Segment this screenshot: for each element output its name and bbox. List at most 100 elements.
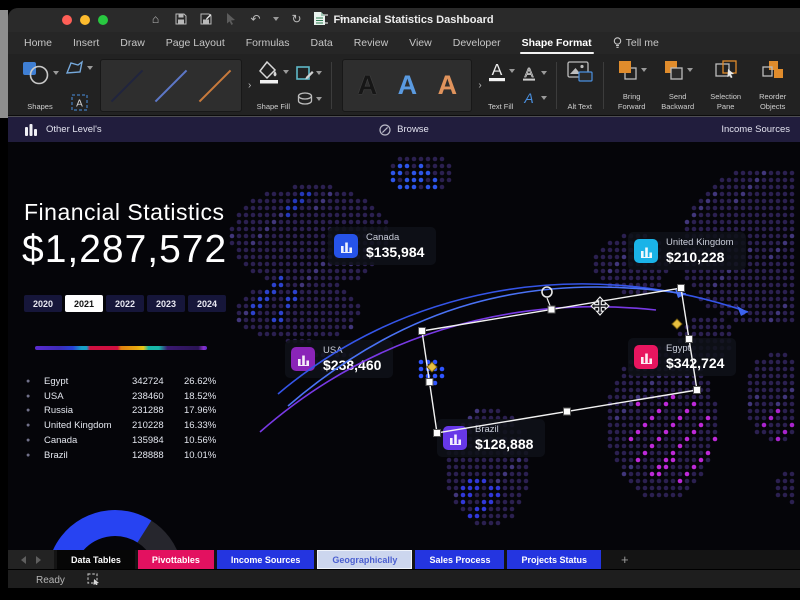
wordart-style-dark[interactable]: A xyxy=(347,70,387,101)
add-sheet-button[interactable]: + xyxy=(611,550,639,569)
shape-outline-icon[interactable] xyxy=(296,65,314,81)
svg-text:A: A xyxy=(523,90,533,106)
tab-draw[interactable]: Draw xyxy=(120,37,145,49)
sheet-tab-geographically[interactable]: Geographically xyxy=(317,550,413,569)
sheet-tab-income-sources[interactable]: Income Sources xyxy=(216,550,315,569)
dashboard-canvas: Financial Statistics $1,287,572 2020 2021… xyxy=(8,142,800,550)
tab-label: Tell me xyxy=(625,37,659,49)
tab-label: Review xyxy=(353,37,389,49)
tab-label: Developer xyxy=(452,37,501,49)
tab-label: View xyxy=(409,37,432,49)
svg-text:A: A xyxy=(491,62,502,79)
window-title: Financial Statistics Dashboard xyxy=(333,14,494,26)
text-fill-label: Text Fill xyxy=(487,101,514,111)
shapes-icon[interactable] xyxy=(21,60,51,86)
svg-text:A: A xyxy=(524,65,533,80)
tab-label: Page Layout xyxy=(165,37,225,49)
shape-effects-caret-icon[interactable] xyxy=(315,96,322,101)
reorder-objects-label: Reorder Objects xyxy=(759,92,787,111)
shape-outline-caret-icon[interactable] xyxy=(316,71,323,76)
shape-style-line-1[interactable] xyxy=(110,66,144,106)
tab-label: Data xyxy=(310,37,333,49)
ribbon-group-insert-shapes: Shapes A xyxy=(18,58,96,113)
tab-tell-me[interactable]: Tell me xyxy=(613,37,659,49)
selection-pane-label: Selection Pane xyxy=(710,92,742,111)
alt-text-button[interactable]: Alt Text xyxy=(563,58,597,113)
text-fill-caret-icon[interactable] xyxy=(508,69,515,73)
text-outline-icon[interactable]: A xyxy=(521,65,539,81)
ribbon-tab-bar: Home Insert Draw Page Layout Formulas Data Rev… xyxy=(8,32,800,54)
text-outline-caret-icon[interactable] xyxy=(540,70,547,75)
rotation-handle-icon[interactable] xyxy=(541,286,553,298)
bring-forward-button[interactable]: Bring Forward xyxy=(610,58,654,113)
shape-fill-icon[interactable] xyxy=(257,60,281,84)
bring-forward-label: Bring Forward xyxy=(617,92,646,111)
bring-forward-icon xyxy=(618,61,637,80)
browse-label[interactable]: Browse xyxy=(397,124,429,135)
reorder-objects-icon xyxy=(762,61,783,78)
shapes-label: Shapes xyxy=(27,101,53,111)
browse-icon[interactable] xyxy=(379,123,391,136)
selection-overlay xyxy=(47,283,749,550)
send-backward-label: Send Backward xyxy=(661,92,695,111)
sheet-tab-pivottables[interactable]: Pivottables xyxy=(137,550,214,569)
tab-developer[interactable]: Developer xyxy=(453,37,501,49)
selection-pane-icon xyxy=(715,60,737,79)
sheet-tab-projects-status[interactable]: Projects Status xyxy=(507,550,602,569)
wordart-style-blue[interactable]: A xyxy=(387,70,427,101)
send-backward-icon xyxy=(664,61,683,80)
wordart-style-orange[interactable]: A xyxy=(427,70,467,101)
wordart-styles-expand-icon[interactable]: › xyxy=(478,80,481,91)
sheet-nav xyxy=(8,550,54,569)
send-backward-button[interactable]: Send Backward xyxy=(654,58,702,113)
edit-shape-icon[interactable] xyxy=(65,60,85,76)
tab-review[interactable]: Review xyxy=(354,37,388,49)
tab-label: Formulas xyxy=(245,37,290,49)
reorder-objects-button[interactable]: Reorder Objects xyxy=(750,58,796,113)
shapes-caret-icon[interactable] xyxy=(53,71,59,75)
tab-view[interactable]: View xyxy=(409,37,432,49)
tab-page-layout[interactable]: Page Layout xyxy=(166,37,225,49)
shape-effects-icon[interactable] xyxy=(297,92,314,105)
sheet-tab-data-tables[interactable]: Data Tables xyxy=(57,550,135,569)
workbook-nav-bar: Other Level's Browse Income Sources xyxy=(8,116,800,142)
tab-label: Insert xyxy=(73,37,100,49)
sheet-prev-icon[interactable] xyxy=(21,555,26,564)
ribbon: Shapes A › Shape Fill A A A › A Text Fil… xyxy=(8,54,800,116)
shape-styles-gallery[interactable] xyxy=(100,59,242,112)
tab-home[interactable]: Home xyxy=(24,37,52,49)
alt-text-label: Alt Text xyxy=(567,101,592,111)
alt-text-icon xyxy=(567,61,593,82)
sheet-tab-bar: Data Tables Pivottables Income Sources Geog… xyxy=(8,550,800,569)
bring-forward-caret-icon xyxy=(640,68,647,72)
text-fill-icon[interactable]: A xyxy=(487,60,507,82)
wordart-styles-gallery[interactable]: A A A xyxy=(342,59,473,112)
status-bar: Ready xyxy=(8,569,800,588)
tab-shape-format[interactable]: Shape Format xyxy=(519,37,594,54)
shape-style-line-2[interactable] xyxy=(154,66,188,106)
sheet-next-icon[interactable] xyxy=(36,555,41,564)
tab-data[interactable]: Data xyxy=(311,37,333,49)
edit-shape-caret-icon[interactable] xyxy=(87,66,93,70)
shape-style-line-3[interactable] xyxy=(198,66,232,106)
document-icon xyxy=(314,12,326,28)
send-backward-caret-icon xyxy=(686,68,693,72)
tab-formulas[interactable]: Formulas xyxy=(246,37,290,49)
text-effects-icon[interactable]: A xyxy=(521,90,539,106)
connection-arcs xyxy=(259,283,749,433)
shape-fill-caret-icon[interactable] xyxy=(283,70,290,74)
gauge-chart xyxy=(47,510,183,550)
text-box-icon[interactable]: A xyxy=(71,94,88,111)
tab-insert[interactable]: Insert xyxy=(73,37,99,49)
sheet-tab-sales-process[interactable]: Sales Process xyxy=(415,550,505,569)
excel-window: ⌂ ↶ ↻ ··· Financial Statistics Dashboard… xyxy=(8,8,800,588)
shape-styles-expand-icon[interactable]: › xyxy=(248,80,251,91)
tab-label: Home xyxy=(24,37,53,49)
status-ready-label: Ready xyxy=(36,574,65,586)
shape-fill-label: Shape Fill xyxy=(256,101,291,111)
adjustment-handles[interactable] xyxy=(426,318,683,373)
selection-mode-icon[interactable] xyxy=(87,572,100,588)
selection-pane-button[interactable]: Selection Pane xyxy=(702,58,750,113)
titlebar: ⌂ ↶ ↻ ··· Financial Statistics Dashboard xyxy=(8,8,800,32)
text-effects-caret-icon[interactable] xyxy=(540,96,547,101)
